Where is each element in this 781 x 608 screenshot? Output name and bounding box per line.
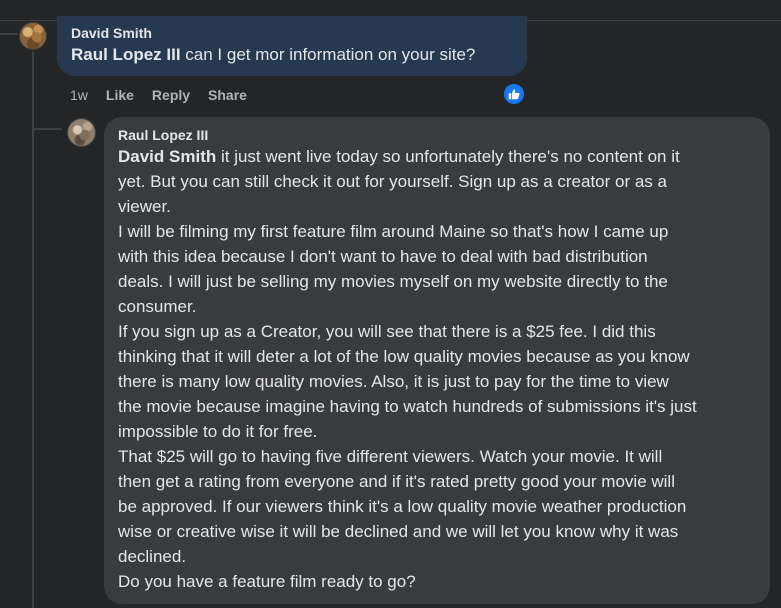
comment-author[interactable]: David Smith bbox=[71, 24, 513, 42]
thread-line-main bbox=[32, 51, 34, 608]
mention-link[interactable]: David Smith bbox=[118, 147, 216, 166]
reply-line-10: the movie because imagine having to watc… bbox=[118, 397, 697, 416]
comment-age[interactable]: 1w bbox=[70, 86, 88, 104]
reply-button[interactable]: Reply bbox=[152, 86, 190, 104]
reply-line-9: there is many low quality movies. Also, … bbox=[118, 372, 669, 391]
reply-line-16: declined. bbox=[118, 547, 187, 566]
comment-bubble-raul: Raul Lopez III David Smith it just went … bbox=[104, 117, 770, 604]
reply-line-6: consumer. bbox=[118, 297, 197, 316]
reply-line-11: impossible to do it for free. bbox=[118, 422, 318, 441]
comment-bubble-david: David Smith Raul Lopez III can I get mor… bbox=[57, 16, 527, 76]
avatar-david-smith[interactable] bbox=[19, 22, 47, 50]
comment-actions: 1w Like Reply Share bbox=[70, 86, 265, 104]
avatar-raul-lopez[interactable] bbox=[67, 118, 96, 147]
reply-line-2: viewer. bbox=[118, 197, 171, 216]
reply-line-8: thinking that it will deter a lot of the… bbox=[118, 347, 690, 366]
comment-text: can I get mor information on your site? bbox=[180, 45, 476, 64]
comment-body: Raul Lopez III can I get mor information… bbox=[71, 45, 475, 64]
reply-line-17: Do you have a feature film ready to go? bbox=[118, 572, 416, 591]
share-button[interactable]: Share bbox=[208, 86, 247, 104]
reply-line-7: If you sign up as a Creator, you will se… bbox=[118, 322, 656, 341]
thread-line-stub bbox=[0, 33, 18, 35]
reply-line-15: wise or creative wise it will be decline… bbox=[118, 522, 679, 541]
reply-line-3: I will be filming my first feature film … bbox=[118, 222, 669, 241]
reply-line-13: then get a rating from everyone and if i… bbox=[118, 472, 675, 491]
thumbs-up-icon[interactable] bbox=[502, 82, 526, 106]
reply-line-4: with this idea because I don't want to h… bbox=[118, 247, 648, 266]
thread-line-branch bbox=[32, 128, 62, 130]
reply-author[interactable]: Raul Lopez III bbox=[118, 126, 756, 144]
like-button[interactable]: Like bbox=[106, 86, 134, 104]
reply-line-14: be approved. If our viewers think it's a… bbox=[118, 497, 687, 516]
reply-line-1: yet. But you can still check it out for … bbox=[118, 172, 667, 191]
reply-line-5: deals. I will just be selling my movies … bbox=[118, 272, 668, 291]
reply-text: it just went live today so unfortunately… bbox=[216, 147, 680, 166]
reply-line-12: That $25 will go to having five differen… bbox=[118, 447, 663, 466]
mention-link[interactable]: Raul Lopez III bbox=[71, 45, 181, 64]
reply-line-0: David Smith it just went live today so u… bbox=[118, 144, 756, 169]
